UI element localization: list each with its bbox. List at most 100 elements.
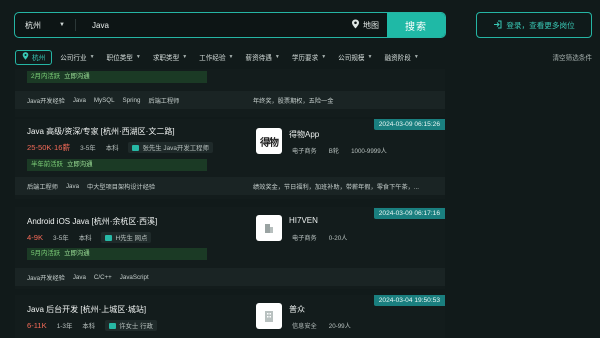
skill-tag: Java (72, 273, 86, 281)
skill-tag: Java开发经验 (27, 97, 65, 105)
recruiter-name: H先生 网点 (115, 235, 148, 242)
company-meta: 电子商务 B轮 1000-9999人 (292, 146, 387, 155)
caret-down-icon: ▼ (59, 22, 65, 28)
experience: 3-5年 (53, 235, 69, 242)
job-card[interactable]: 2024-03-04 19:50:53 Java 后台开发 [杭州·上城区·城站… (15, 295, 445, 338)
caret-down-icon: ▼ (367, 54, 373, 60)
skill-tag: C/C++ (93, 273, 112, 281)
skill-tag: Java (65, 182, 80, 190)
skill-tag: Java (72, 96, 86, 104)
job-card[interactable]: 2024-03-09 06:15:26 Java 高级/资深/专家 [杭州·西湖… (15, 119, 445, 199)
filter-label: 求职类型 (152, 55, 180, 62)
company-logo: 得物 (256, 128, 282, 154)
filter-funding-stage[interactable]: 融资阶段 ▼ (384, 52, 418, 62)
map-pin-icon (351, 19, 360, 31)
job-card[interactable]: 2月内活跃 立即沟通 Java开发经验 Java MySQL Spring 后端工… (15, 69, 445, 117)
caret-down-icon: ▼ (182, 54, 188, 60)
active-status-bar: 半年前活跃 立即沟通 (27, 159, 207, 171)
filter-job-type[interactable]: 职位类型 ▼ (107, 52, 141, 62)
filter-label: 公司行业 (60, 55, 87, 62)
job-title[interactable]: Java 高级/资深/专家 [杭州·西湖区·文二路] (27, 126, 175, 137)
map-label: 地图 (363, 20, 379, 30)
company-stage: B轮 (328, 148, 340, 155)
skill-tag: 后端工程师 (27, 183, 58, 191)
building-icon (265, 311, 273, 322)
map-button[interactable]: 地图 (351, 13, 387, 37)
filter-city-label: 杭州 (32, 55, 46, 62)
right-fade-overlay (450, 70, 600, 338)
filter-city-chip[interactable]: 杭州 (15, 49, 53, 65)
filter-label: 工作经验 (199, 55, 226, 62)
filter-seeking-type[interactable]: 求职类型 ▼ (153, 52, 187, 62)
caret-down-icon: ▼ (135, 54, 141, 60)
filter-bar: 杭州 公司行业 ▼ 职位类型 ▼ 求职类型 ▼ 工作经验 ▼ 薪资待遇 ▼ 学历要求 ▼ 公… (15, 49, 595, 65)
job-tags: 后端工程师 Java 中大型项目架构设计经验 绩效奖金，节日福利，加班补助，带薪… (15, 177, 445, 195)
active-status: 2月内活跃 (31, 73, 61, 80)
experience: 1-3年 (56, 323, 73, 330)
filter-label: 薪资待遇 (245, 55, 272, 62)
filter-label: 公司规模 (338, 55, 365, 62)
skill-tag: Java开发经验 (27, 274, 65, 282)
post-date-badge: 2024-03-09 06:15:26 (373, 119, 445, 130)
welfare-text: 绩效奖金，节日福利，加班补助，带薪年假，零食下午茶，... (253, 183, 420, 191)
skill-tag: 中大型项目架构设计经验 (87, 183, 156, 191)
recruiter-name: 许女士 行政 (119, 323, 153, 330)
city-select[interactable]: 杭州 ▼ (15, 13, 75, 37)
search-input[interactable]: Java (76, 13, 351, 37)
chat-icon (109, 322, 117, 329)
building-icon (265, 224, 273, 233)
active-status: 半年前活跃 (31, 161, 63, 168)
education: 本科 (82, 323, 96, 330)
location-pin-icon (22, 52, 29, 62)
job-meta: 6-11K 1-3年 本科 许女士 行政 (27, 320, 157, 331)
company-name: 得物App (289, 130, 320, 139)
company-size: 20-99人 (328, 323, 351, 330)
recruiter: H先生 网点 (101, 232, 152, 243)
chat-icon (132, 144, 140, 151)
recruiter-name: 张先生 Java开发工程师 (142, 145, 209, 152)
skill-tag: Spring (122, 96, 141, 104)
active-status: 5月内活跃 (31, 250, 61, 257)
contact-now-link[interactable]: 立即沟通 (64, 250, 90, 257)
company-logo (256, 303, 282, 329)
company-industry: 信息安全 (292, 323, 317, 330)
search-button[interactable]: 搜索 (387, 13, 445, 37)
active-status-bar: 5月内活跃 立即沟通 (27, 248, 207, 260)
filter-salary[interactable]: 薪资待遇 ▼ (246, 52, 280, 62)
filter-experience[interactable]: 工作经验 ▼ (199, 52, 233, 62)
chat-icon (105, 234, 113, 241)
skill-tag: JavaScript (119, 273, 149, 281)
filter-label: 融资阶段 (384, 55, 411, 62)
company-industry: 电子商务 (292, 148, 317, 155)
company-industry: 电子商务 (292, 235, 317, 242)
company-meta: 电子商务 0-20人 (292, 233, 347, 242)
job-meta: 25-50K·16薪 3-5年 本科 张先生 Java开发工程师 (27, 142, 213, 153)
filter-company-size[interactable]: 公司规模 ▼ (338, 52, 372, 62)
contact-now-link[interactable]: 立即沟通 (67, 161, 93, 168)
login-icon (493, 20, 502, 31)
caret-down-icon: ▼ (321, 54, 327, 60)
welfare-text: 年终奖，股票期权，五险一金 (253, 97, 334, 105)
filter-industry[interactable]: 公司行业 ▼ (60, 52, 94, 62)
post-date-badge: 2024-03-09 06:17:16 (373, 208, 445, 219)
clear-filters-link[interactable]: 清空筛选条件 (552, 52, 592, 62)
company-logo-text: 得物 (260, 137, 279, 149)
job-tags: Java开发经验 Java C/C++ JavaScript (15, 268, 445, 286)
filter-education[interactable]: 学历要求 ▼ (292, 52, 326, 62)
filter-label: 职位类型 (106, 55, 133, 62)
caret-down-icon: ▼ (413, 54, 419, 60)
search-query: Java (92, 20, 109, 30)
caret-down-icon: ▼ (89, 54, 95, 60)
job-card[interactable]: 2024-03-09 06:17:16 Android iOS Java [杭州… (15, 207, 445, 289)
contact-now-link[interactable]: 立即沟通 (64, 73, 90, 80)
search-bar: 杭州 ▼ Java 地图 搜索 (14, 12, 446, 38)
skill-tag: 后端工程师 (148, 97, 180, 105)
login-button[interactable]: 登录，查看更多岗位 (476, 12, 592, 38)
caret-down-icon: ▼ (274, 54, 280, 60)
job-meta: 4-9K 3-5年 本科 H先生 网点 (27, 232, 152, 243)
job-title[interactable]: Java 后台开发 [杭州·上城区·城站] (27, 304, 146, 315)
login-label: 登录，查看更多岗位 (506, 20, 575, 30)
skill-tag: MySQL (93, 96, 115, 104)
salary: 6-11K (27, 321, 47, 330)
job-title[interactable]: Android iOS Java [杭州·余杭区·西溪] (27, 216, 157, 227)
